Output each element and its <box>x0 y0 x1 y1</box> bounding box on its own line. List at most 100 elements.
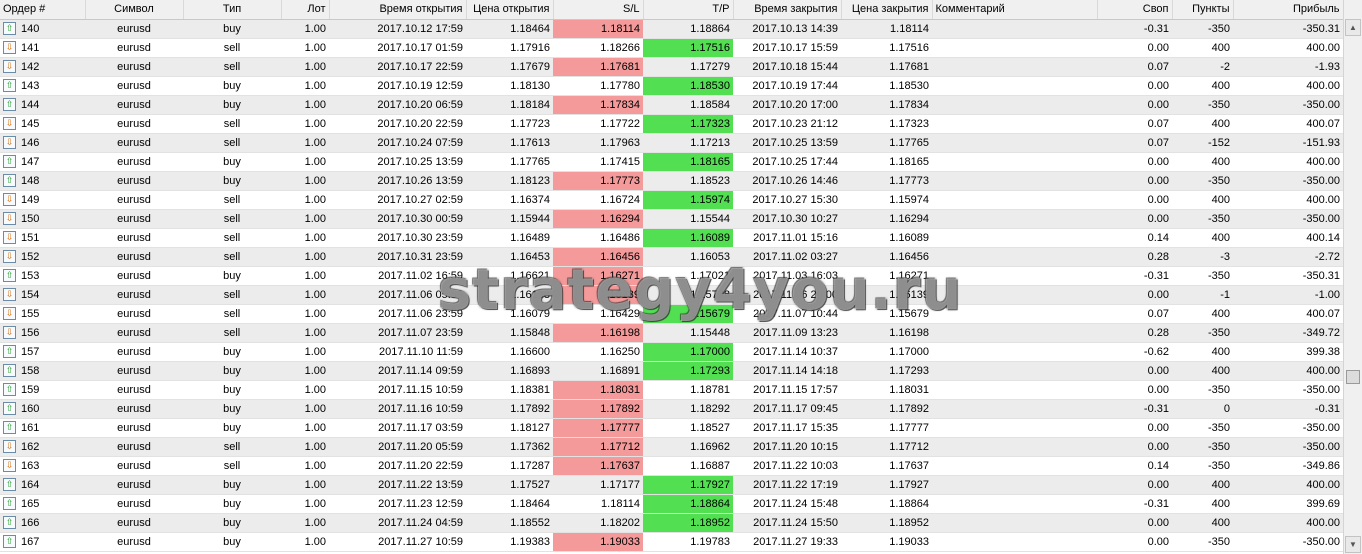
open-price-cell: 1.16453 <box>466 247 553 267</box>
tp-cell: 1.18952 <box>643 513 733 533</box>
col-header-comment[interactable]: Комментарий <box>932 0 1098 20</box>
order-number: 155 <box>21 307 40 320</box>
open-time-cell: 2017.11.27 10:59 <box>329 532 466 552</box>
table-row[interactable]: ⇩ 155 eurusd sell 1.00 2017.11.06 23:59 1.1607… <box>0 304 1343 324</box>
buy-arrow-up-icon: ⇧ <box>3 497 16 510</box>
col-header-open-price[interactable]: Цена открытия <box>466 0 554 20</box>
tp-cell: 1.17516 <box>643 38 733 58</box>
symbol-cell: eurusd <box>85 399 183 419</box>
profit-cell: 399.69 <box>1233 494 1343 514</box>
lot-cell: 1.00 <box>281 323 329 343</box>
symbol-cell: eurusd <box>85 342 183 362</box>
table-row[interactable]: ⇩ 142 eurusd sell 1.00 2017.10.17 22:59 1.1767… <box>0 57 1343 77</box>
table-row[interactable]: ⇧ 158 eurusd buy 1.00 2017.11.14 09:59 1.16893… <box>0 361 1343 381</box>
table-row[interactable]: ⇩ 151 eurusd sell 1.00 2017.10.30 23:59 1.1648… <box>0 228 1343 248</box>
table-row[interactable]: ⇧ 147 eurusd buy 1.00 2017.10.25 13:59 1.17765… <box>0 152 1343 172</box>
order-number: 165 <box>21 497 40 510</box>
sl-cell: 1.18114 <box>553 19 643 39</box>
table-row[interactable]: ⇩ 162 eurusd sell 1.00 2017.11.20 05:59 1.1736… <box>0 437 1343 457</box>
col-header-close-price[interactable]: Цена закрытия <box>841 0 933 20</box>
vertical-scrollbar[interactable]: ▲ ▼ <box>1343 0 1362 554</box>
swap-cell: 0.00 <box>1097 152 1172 172</box>
order-number: 167 <box>21 535 40 548</box>
close-time-cell: 2017.10.17 15:59 <box>733 38 841 58</box>
table-row[interactable]: ⇧ 161 eurusd buy 1.00 2017.11.17 03:59 1.18127… <box>0 418 1343 438</box>
col-header-close-time[interactable]: Время закрытия <box>733 0 842 20</box>
scrollbar-thumb[interactable] <box>1346 370 1360 384</box>
col-header-tp[interactable]: T/P <box>643 0 734 20</box>
profit-cell: 400.07 <box>1233 114 1343 134</box>
col-header-profit[interactable]: Прибыль <box>1233 0 1343 20</box>
order-cell: ⇧ 158 <box>0 361 85 381</box>
type-cell: sell <box>183 304 281 324</box>
lot-cell: 1.00 <box>281 532 329 552</box>
table-row[interactable]: ⇧ 148 eurusd buy 1.00 2017.10.26 13:59 1.18123… <box>0 171 1343 191</box>
profit-cell: 400.00 <box>1233 361 1343 381</box>
sl-cell: 1.17777 <box>553 418 643 438</box>
order-cell-content: ⇧ 165 <box>3 497 82 510</box>
symbol-cell: eurusd <box>85 76 183 96</box>
col-header-swap[interactable]: Своп <box>1097 0 1173 20</box>
table-row[interactable]: ⇩ 146 eurusd sell 1.00 2017.10.24 07:59 1.1761… <box>0 133 1343 153</box>
sl-cell: 1.19033 <box>553 532 643 552</box>
table-row[interactable]: ⇩ 152 eurusd sell 1.00 2017.10.31 23:59 1.1645… <box>0 247 1343 267</box>
table-row[interactable]: ⇩ 156 eurusd sell 1.00 2017.11.07 23:59 1.1584… <box>0 323 1343 343</box>
table-row[interactable]: ⇩ 150 eurusd sell 1.00 2017.10.30 00:59 1.1594… <box>0 209 1343 229</box>
swap-cell: 0.14 <box>1097 228 1172 248</box>
order-cell-content: ⇩ 155 <box>3 307 82 320</box>
orders-history-grid[interactable]: Ордер # Символ Тип Лот Время открытия Це… <box>0 0 1343 554</box>
col-header-open-time[interactable]: Время открытия <box>329 0 467 20</box>
table-row[interactable]: ⇧ 164 eurusd buy 1.00 2017.11.22 13:59 1.17527… <box>0 475 1343 495</box>
table-row[interactable]: ⇧ 144 eurusd buy 1.00 2017.10.20 06:59 1.18184… <box>0 95 1343 115</box>
tp-cell: 1.16089 <box>643 228 733 248</box>
order-number: 146 <box>21 136 40 149</box>
col-header-lot[interactable]: Лот <box>281 0 330 20</box>
col-header-order[interactable]: Ордер # <box>0 0 86 20</box>
close-time-cell: 2017.10.13 14:39 <box>733 19 841 39</box>
tp-cell: 1.17323 <box>643 114 733 134</box>
table-row[interactable]: ⇧ 166 eurusd buy 1.00 2017.11.24 04:59 1.18552… <box>0 513 1343 533</box>
table-row[interactable]: ⇧ 153 eurusd buy 1.00 2017.11.02 16:59 1.16621… <box>0 266 1343 286</box>
col-header-points[interactable]: Пункты <box>1172 0 1234 20</box>
table-row[interactable]: ⇧ 143 eurusd buy 1.00 2017.10.19 12:59 1.18130… <box>0 76 1343 96</box>
table-row[interactable]: ⇧ 159 eurusd buy 1.00 2017.11.15 10:59 1.18381… <box>0 380 1343 400</box>
type-cell: buy <box>183 475 281 495</box>
type-cell: sell <box>183 57 281 77</box>
open-time-cell: 2017.10.20 06:59 <box>329 95 466 115</box>
profit-cell: 400.00 <box>1233 475 1343 495</box>
swap-cell: 0.00 <box>1097 76 1172 96</box>
table-row[interactable]: ⇩ 145 eurusd sell 1.00 2017.10.20 22:59 1.1772… <box>0 114 1343 134</box>
order-number: 152 <box>21 250 40 263</box>
comment-cell <box>932 57 1097 77</box>
profit-cell: -2.72 <box>1233 247 1343 267</box>
table-row[interactable]: ⇧ 165 eurusd buy 1.00 2017.11.23 12:59 1.18464… <box>0 494 1343 514</box>
scroll-up-arrow-icon[interactable]: ▲ <box>1345 19 1361 36</box>
tp-cell: 1.18527 <box>643 418 733 438</box>
symbol-cell: eurusd <box>85 323 183 343</box>
open-price-cell: 1.17527 <box>466 475 553 495</box>
close-time-cell: 2017.11.06 20:00 <box>733 285 841 305</box>
col-header-symbol[interactable]: Символ <box>85 0 184 20</box>
points-cell: 400 <box>1172 76 1233 96</box>
col-header-type[interactable]: Тип <box>183 0 282 20</box>
table-row[interactable]: ⇧ 167 eurusd buy 1.00 2017.11.27 10:59 1.19383… <box>0 532 1343 552</box>
table-row[interactable]: ⇩ 154 eurusd sell 1.00 2017.11.06 05:59 1.1613… <box>0 285 1343 305</box>
comment-cell <box>932 437 1097 457</box>
table-row[interactable]: ⇧ 140 eurusd buy 1.00 2017.10.12 17:59 1.18464… <box>0 19 1343 39</box>
orders-table: Ордер # Символ Тип Лот Время открытия Це… <box>0 0 1343 552</box>
open-price-cell: 1.15848 <box>466 323 553 343</box>
order-number: 151 <box>21 231 40 244</box>
comment-cell <box>932 456 1097 476</box>
swap-cell: 0.00 <box>1097 38 1172 58</box>
comment-cell <box>932 133 1097 153</box>
close-time-cell: 2017.10.20 17:00 <box>733 95 841 115</box>
table-row[interactable]: ⇩ 163 eurusd sell 1.00 2017.11.20 22:59 1.1728… <box>0 456 1343 476</box>
table-row[interactable]: ⇩ 149 eurusd sell 1.00 2017.10.27 02:59 1.1637… <box>0 190 1343 210</box>
col-header-sl[interactable]: S/L <box>553 0 644 20</box>
close-price-cell: 1.17637 <box>841 456 932 476</box>
table-row[interactable]: ⇧ 157 eurusd buy 1.00 2017.11.10 11:59 1.16600… <box>0 342 1343 362</box>
table-row[interactable]: ⇧ 160 eurusd buy 1.00 2017.11.16 10:59 1.17892… <box>0 399 1343 419</box>
scroll-down-arrow-icon[interactable]: ▼ <box>1345 536 1361 553</box>
table-row[interactable]: ⇩ 141 eurusd sell 1.00 2017.10.17 01:59 1.1791… <box>0 38 1343 58</box>
type-cell: sell <box>183 456 281 476</box>
